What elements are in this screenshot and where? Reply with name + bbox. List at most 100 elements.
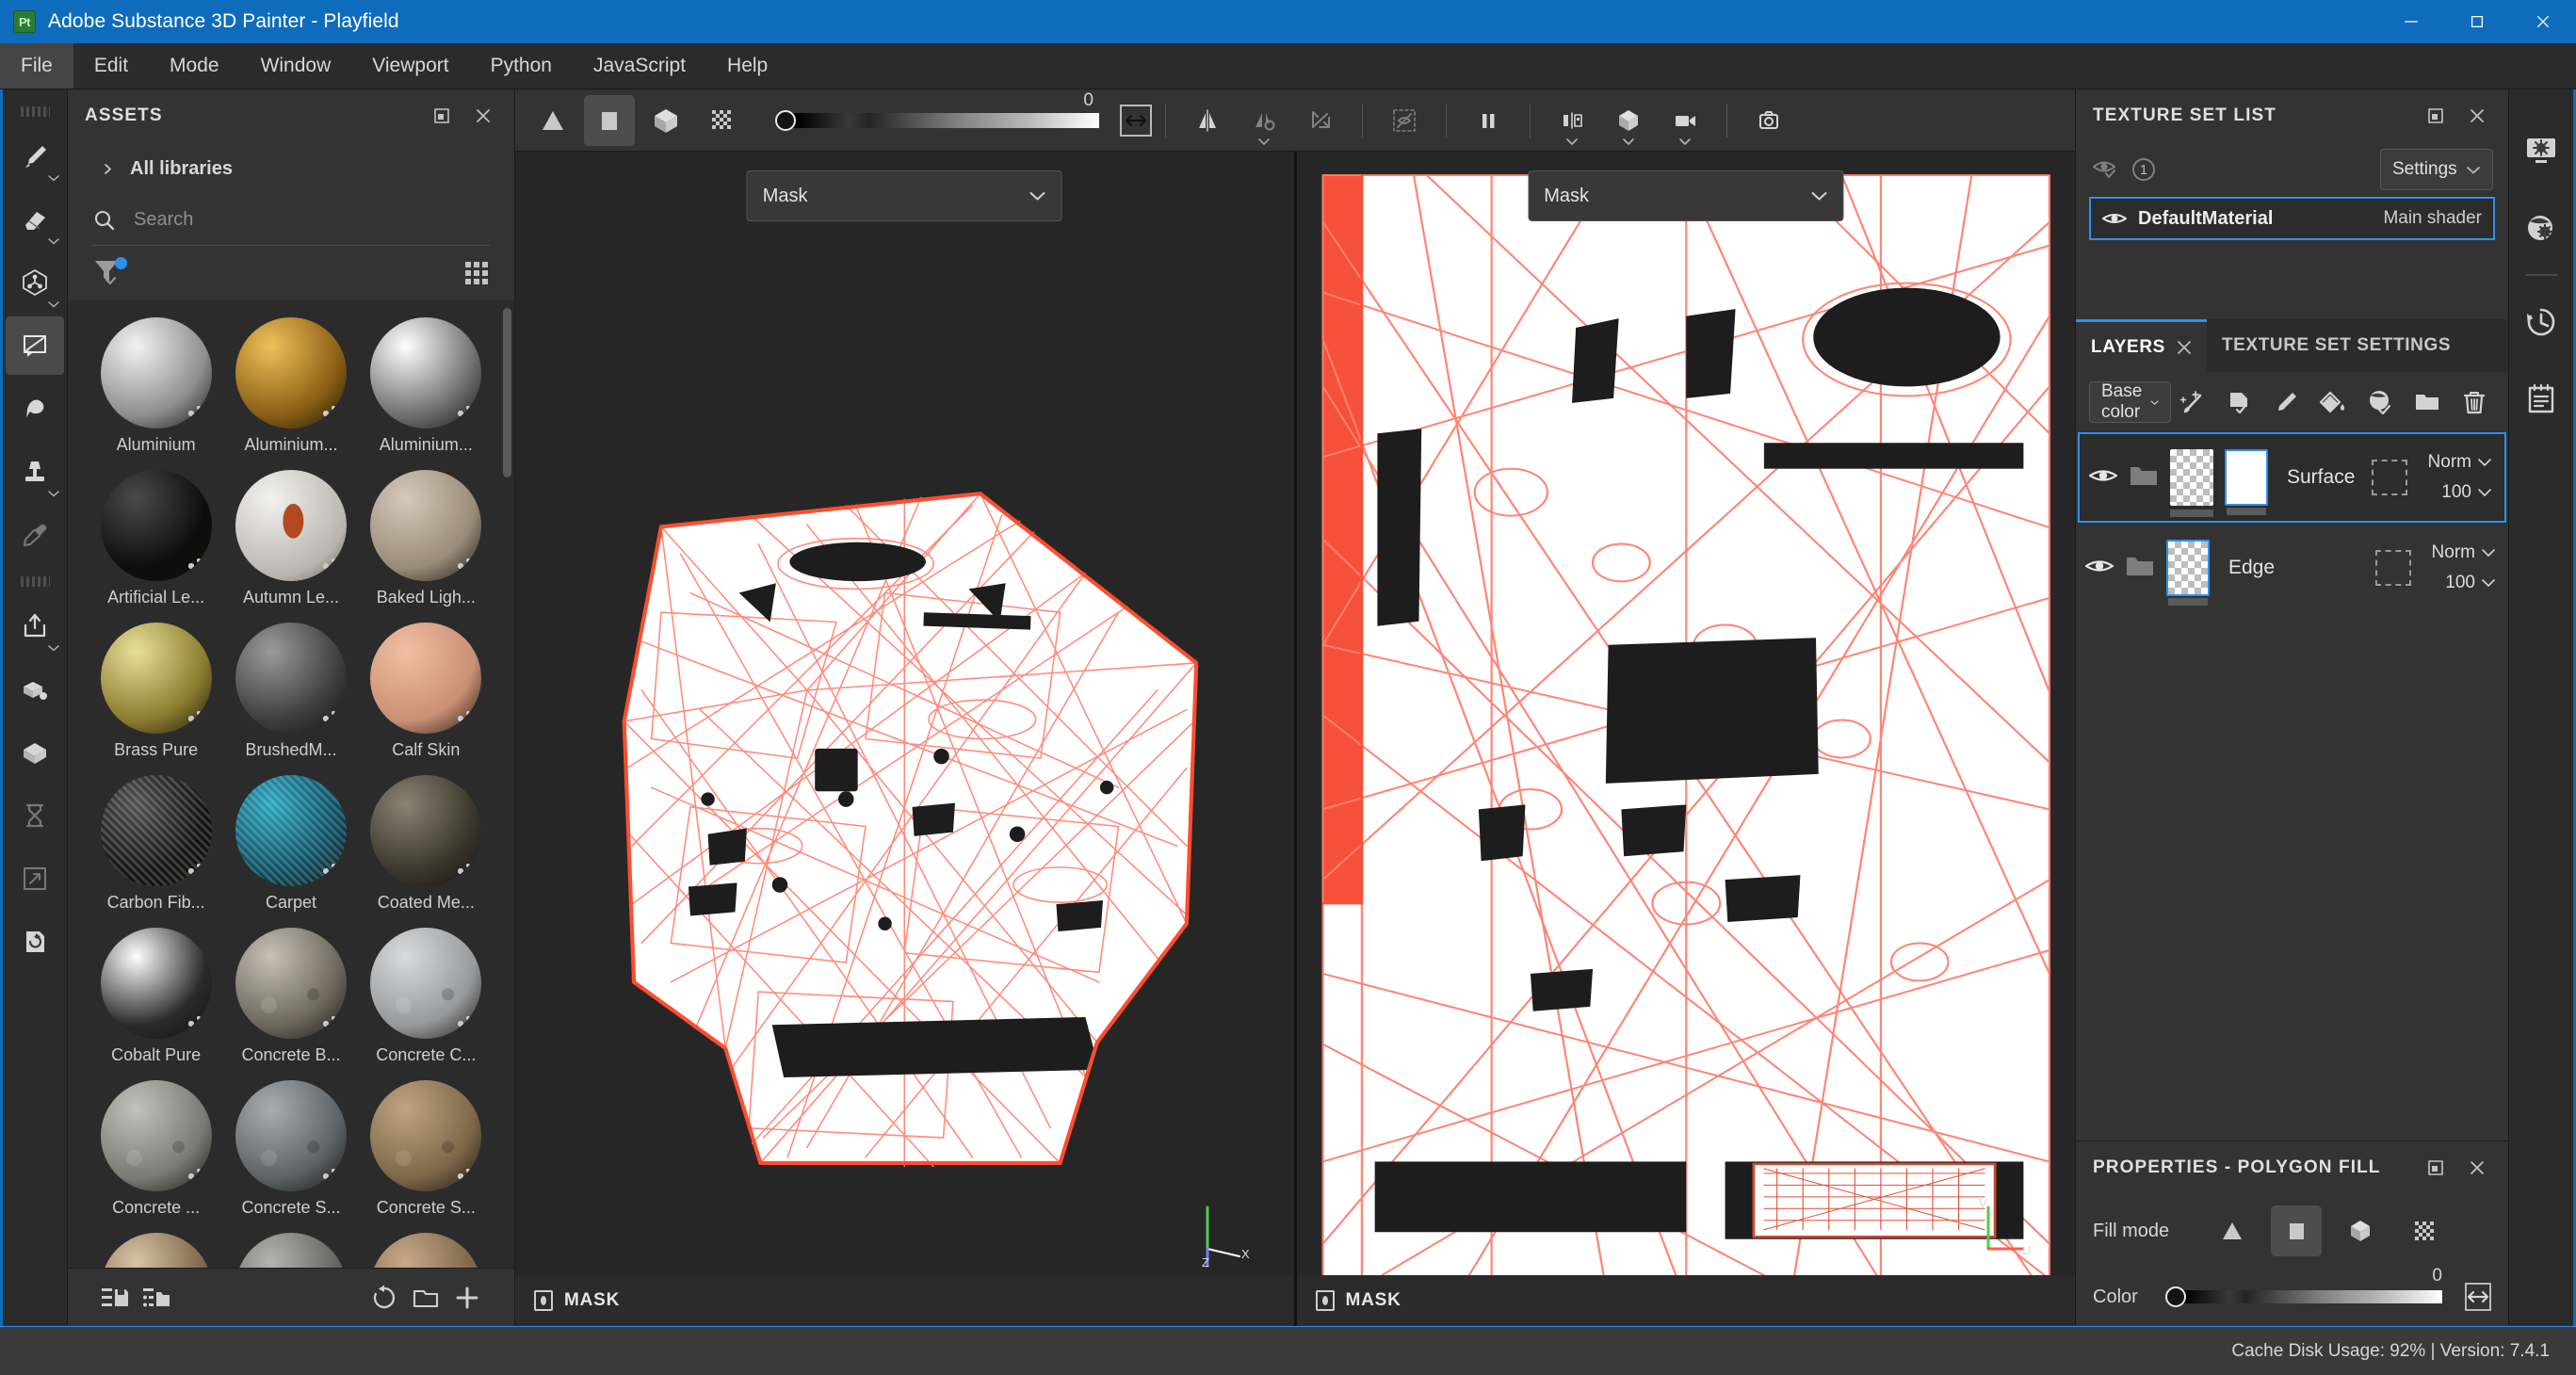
asset-thumbnail[interactable] <box>100 470 212 581</box>
asset-thumbnail[interactable] <box>370 1080 482 1191</box>
paint-brush-tool[interactable] <box>6 127 64 186</box>
layer-blend-mode[interactable]: Norm <box>2428 452 2491 473</box>
prop-fill-mode-mesh[interactable] <box>2335 1205 2386 1256</box>
reload-tool[interactable] <box>6 913 64 971</box>
asset-thumbnail[interactable] <box>235 317 347 429</box>
asset-thumbnail[interactable] <box>370 928 482 1039</box>
asset-item[interactable]: Calf Skin <box>359 613 494 766</box>
asset-thumbnail[interactable] <box>370 1233 482 1268</box>
layer-opacity[interactable]: 100 <box>2441 482 2491 503</box>
asset-item[interactable] <box>223 1223 358 1268</box>
tab-layers[interactable]: LAYERS <box>2076 319 2207 372</box>
viewport-2d-channel-select[interactable]: Mask <box>1528 170 1844 221</box>
log-button[interactable] <box>2512 361 2570 438</box>
maximize-button[interactable] <box>2444 0 2510 43</box>
all-libraries-row[interactable]: All libraries <box>68 142 514 195</box>
assets-close-button[interactable] <box>469 102 497 130</box>
symmetry-button[interactable] <box>1182 95 1233 146</box>
add-paint-layer-button[interactable] <box>2265 381 2307 423</box>
texture-set-row-defaultmaterial[interactable]: DefaultMaterial Main shader <box>2089 197 2495 240</box>
asset-thumbnail[interactable] <box>100 623 212 734</box>
asset-thumbnail[interactable] <box>100 928 212 1039</box>
asset-item[interactable]: Concrete B... <box>223 918 358 1071</box>
swap-color-button[interactable] <box>1120 104 1152 137</box>
asset-item[interactable] <box>359 1223 494 1268</box>
channel-select[interactable]: Base color <box>2089 381 2171 423</box>
projection-settings-button[interactable] <box>1295 95 1346 146</box>
shader-settings-button[interactable] <box>2512 189 2570 267</box>
asset-item[interactable]: Artificial Le... <box>89 461 223 613</box>
open-folder-button[interactable] <box>405 1277 446 1318</box>
menu-javascript[interactable]: JavaScript <box>573 43 706 89</box>
asset-thumbnail[interactable] <box>235 1080 347 1191</box>
assets-scroll-area[interactable]: Aluminium Aluminium... Aluminium... Artific… <box>68 300 514 1268</box>
layer-opacity[interactable]: 100 <box>2445 573 2495 593</box>
asset-thumbnail[interactable] <box>235 1233 347 1268</box>
asset-thumbnail[interactable] <box>235 775 347 886</box>
menu-viewport[interactable]: Viewport <box>351 43 469 89</box>
asset-item[interactable]: Coated Me... <box>359 766 494 918</box>
properties-close-button[interactable] <box>2463 1154 2491 1182</box>
export-textures-tool[interactable] <box>6 597 64 655</box>
clone-tool[interactable] <box>6 443 64 501</box>
baking-progress-tool[interactable] <box>6 786 64 845</box>
layer-visibility-toggle[interactable] <box>2084 556 2114 581</box>
asset-item[interactable]: Concrete ... <box>89 1071 223 1223</box>
asset-item[interactable]: Cobalt Pure <box>89 918 223 1071</box>
asset-item[interactable]: Aluminium <box>89 308 223 461</box>
asset-item[interactable]: Carbon Fib... <box>89 766 223 918</box>
asset-item[interactable]: BrushedM... <box>223 613 358 766</box>
screenshot-button[interactable] <box>1743 95 1794 146</box>
assets-maximize-button[interactable] <box>428 102 456 130</box>
asset-thumbnail[interactable] <box>235 623 347 734</box>
viewport-3d-channel-select[interactable]: Mask <box>746 170 1062 221</box>
polygon-fill-tool[interactable] <box>6 316 64 375</box>
layer-blend-mode[interactable]: Norm <box>2432 542 2495 563</box>
split-view-button[interactable] <box>1547 95 1597 146</box>
camera-button[interactable] <box>1660 95 1710 146</box>
asset-item[interactable]: Carpet <box>223 766 358 918</box>
asset-thumbnail[interactable] <box>235 470 347 581</box>
fill-mode-mesh[interactable] <box>640 95 691 146</box>
asset-item[interactable]: Aluminium... <box>223 308 358 461</box>
layer-row-surface[interactable]: Surface Norm 100 <box>2078 432 2506 523</box>
asset-thumbnail[interactable] <box>370 775 482 886</box>
three-d-view-button[interactable] <box>1603 95 1654 146</box>
geometry-mask-tool[interactable] <box>6 723 64 782</box>
viewport-2d[interactable]: Mask V U MASK <box>1293 152 2075 1326</box>
delete-layer-button[interactable] <box>2454 381 2495 423</box>
eraser-tool[interactable] <box>6 190 64 249</box>
layer-visibility-toggle[interactable] <box>2088 465 2118 491</box>
layer-effects-placeholder[interactable] <box>2374 550 2411 586</box>
property-color-gradient[interactable] <box>2169 1290 2442 1303</box>
smudge-tool[interactable] <box>6 380 64 438</box>
grid-view-button[interactable] <box>463 260 490 286</box>
texture-set-settings-dropdown[interactable]: Settings <box>2380 149 2493 190</box>
fill-mode-quad[interactable] <box>584 94 635 146</box>
asset-item[interactable]: Concrete S... <box>223 1071 358 1223</box>
add-folder-button[interactable] <box>2406 381 2448 423</box>
asset-thumbnail[interactable] <box>100 775 212 886</box>
layer-content-thumbnail[interactable] <box>2166 540 2210 606</box>
menu-python[interactable]: Python <box>470 43 573 89</box>
menu-file[interactable]: File <box>0 43 73 89</box>
pause-engine-button[interactable] <box>1463 95 1514 146</box>
fill-mode-uv-chunk[interactable] <box>697 95 748 146</box>
asset-thumbnail[interactable] <box>370 470 482 581</box>
asset-item[interactable]: Concrete S... <box>359 1071 494 1223</box>
symmetry-settings-button[interactable] <box>1239 95 1289 146</box>
add-smart-material-button[interactable] <box>2359 381 2401 423</box>
asset-item[interactable]: Autumn Le... <box>223 461 358 613</box>
prop-fill-mode-triangle[interactable] <box>2207 1205 2258 1256</box>
save-to-shelf-button[interactable] <box>94 1277 136 1318</box>
asset-item[interactable]: Baked Ligh... <box>359 461 494 613</box>
projection-tool[interactable] <box>6 253 64 312</box>
property-swap-color-button[interactable] <box>2465 1283 2491 1311</box>
add-asset-button[interactable] <box>446 1277 488 1318</box>
close-button[interactable] <box>2510 0 2576 43</box>
bake-mesh-maps-tool[interactable] <box>6 660 64 719</box>
fill-mode-triangle[interactable] <box>527 95 578 146</box>
asset-item[interactable]: Brass Pure <box>89 613 223 766</box>
add-mask-button[interactable] <box>2218 381 2260 423</box>
tool-rail-grip-2[interactable] <box>20 574 50 588</box>
